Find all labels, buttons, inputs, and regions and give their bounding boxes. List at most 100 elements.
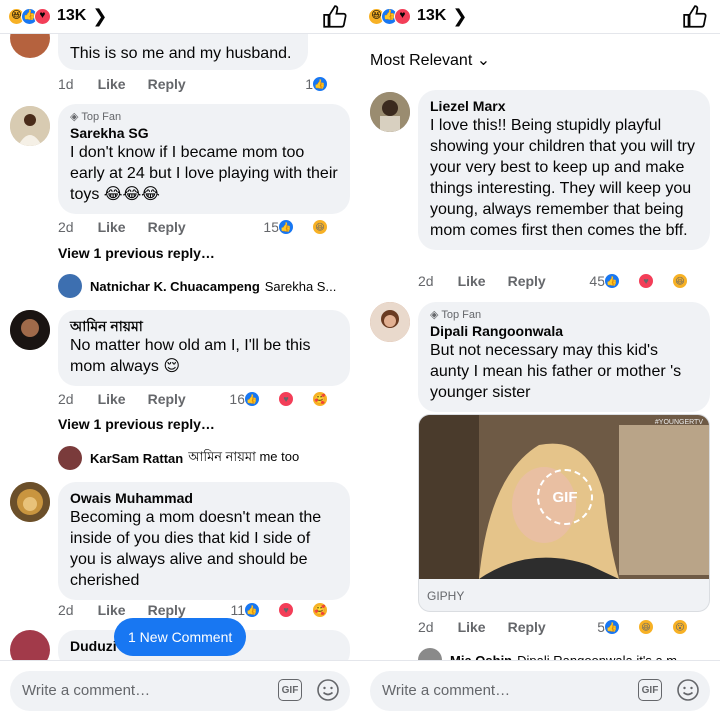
thumbs-up-icon[interactable] xyxy=(322,4,348,30)
love-reaction-icon: ♥ xyxy=(34,7,51,25)
comment-text: But not necessary may this kid's aunty I… xyxy=(430,342,682,401)
like-reaction-icon: 👍 xyxy=(312,76,328,92)
left-comments-panel: This is so me and my husband. 1d Like Re… xyxy=(0,0,360,720)
reaction-count[interactable]: 16 👍 ♥ 🥰 xyxy=(229,391,350,407)
haha-reaction-icon: 😆 xyxy=(312,219,328,235)
smiley-icon[interactable] xyxy=(316,678,340,702)
gif-watermark: #YOUNGERTV xyxy=(654,419,703,426)
avatar xyxy=(58,274,82,298)
new-comment-button[interactable]: 1 New Comment xyxy=(114,618,247,656)
reaction-summary[interactable]: 😆 👍 ♥ 13K ❯ xyxy=(368,6,467,26)
reply-author: KarSam Rattan xyxy=(90,450,184,466)
comment-author[interactable]: Dipali Rangoonwala xyxy=(430,322,698,340)
like-reaction-icon: 👍 xyxy=(604,619,620,635)
comment-text: This is so me and my husband. xyxy=(70,45,292,62)
gif-play-badge[interactable]: GIF xyxy=(537,469,593,525)
chevron-right-icon: ❯ xyxy=(452,5,468,26)
reply-button[interactable]: Reply xyxy=(148,76,186,92)
reply-text: Sarekha S... xyxy=(264,278,337,294)
avatar[interactable] xyxy=(10,482,50,522)
comment-time: 2d xyxy=(58,602,74,618)
comment-actions: 2d Like Reply 16 👍 ♥ 🥰 xyxy=(58,391,350,407)
comment-text: I don't know if I became mom too early a… xyxy=(70,144,338,203)
reply-button[interactable]: Reply xyxy=(508,619,546,635)
love-reaction-icon: ♥ xyxy=(394,7,411,25)
reaction-total: 13K xyxy=(57,7,87,24)
reaction-count[interactable]: 5 👍 😆 😮 xyxy=(597,619,710,635)
reply-button[interactable]: Reply xyxy=(148,219,186,235)
comment-author[interactable]: Liezel Marx xyxy=(430,97,698,115)
sort-label: Most Relevant xyxy=(370,52,473,69)
avatar-image xyxy=(10,310,50,350)
like-reaction-icon: 👍 xyxy=(244,602,260,618)
giphy-source: GIPHY xyxy=(427,589,465,603)
haha-reaction-icon: 😆 xyxy=(638,619,654,635)
like-reaction-icon: 👍 xyxy=(244,391,260,407)
chevron-right-icon: ❯ xyxy=(92,5,108,26)
reply-button[interactable]: Reply xyxy=(508,273,546,289)
thumbs-up-icon[interactable] xyxy=(682,4,708,30)
comment-author[interactable]: Sarekha SG xyxy=(70,124,338,142)
reply-preview[interactable]: Natnichar K. Chuacampeng Sarekha S... xyxy=(58,274,350,298)
right-comments-panel: Most Relevant ⌄ Liezel Marx I love this!… xyxy=(360,0,720,720)
reaction-count[interactable]: 15 👍 😆 xyxy=(263,219,350,235)
comment-time: 2d xyxy=(418,619,434,635)
comment-time: 1d xyxy=(58,76,74,92)
reaction-summary[interactable]: 😆 👍 ♥ 13K ❯ xyxy=(8,6,107,26)
love-reaction-icon: ♥ xyxy=(638,273,654,289)
comment-time: 2d xyxy=(58,391,74,407)
comment-actions: 2d Like Reply 15 👍 😆 xyxy=(58,219,350,235)
comment-composer: Write a comment… GIF xyxy=(0,660,360,720)
care-reaction-icon: 🥰 xyxy=(312,602,328,618)
avatar[interactable] xyxy=(370,302,410,342)
comment-bubble[interactable]: This is so me and my husband. xyxy=(58,30,308,70)
reply-button[interactable]: Reply xyxy=(148,391,186,407)
reactions-header: 😆 👍 ♥ 13K ❯ xyxy=(360,0,720,34)
comment-bubble[interactable]: ◈ Top Fan Sarekha SG I don't know if I b… xyxy=(58,104,350,214)
comment-bubble[interactable]: Liezel Marx I love this!! Being stupidly… xyxy=(418,90,710,250)
comment-bubble[interactable]: Owais Muhammad Becoming a mom doesn't me… xyxy=(58,482,350,600)
reactions-header: 😆 👍 ♥ 13K ❯ xyxy=(0,0,360,34)
avatar[interactable] xyxy=(10,310,50,350)
avatar-image xyxy=(10,106,50,146)
reaction-count[interactable]: 45 👍 ♥ 😆 xyxy=(589,273,710,289)
like-button[interactable]: Like xyxy=(98,602,126,618)
comment-bubble[interactable]: ◈ Top Fan Dipali Rangoonwala But not nec… xyxy=(418,302,710,412)
comment-text: I love this!! Being stupidly playful sho… xyxy=(430,117,696,239)
view-previous-replies[interactable]: View 1 previous reply… xyxy=(58,245,215,261)
gif-attachment[interactable]: #YOUNGERTV GIF GIPHY xyxy=(418,414,710,612)
comment-input[interactable]: Write a comment… GIF xyxy=(10,671,350,711)
avatar[interactable] xyxy=(370,92,410,132)
care-reaction-icon: 🥰 xyxy=(312,391,328,407)
like-button[interactable]: Like xyxy=(458,619,486,635)
comment-placeholder: Write a comment… xyxy=(382,682,511,699)
comment-time: 2d xyxy=(418,273,434,289)
view-previous-replies[interactable]: View 1 previous reply… xyxy=(58,416,215,432)
like-reaction-icon: 👍 xyxy=(604,273,620,289)
sort-dropdown[interactable]: Most Relevant ⌄ xyxy=(370,50,490,70)
comment-text: Becoming a mom doesn't mean the inside o… xyxy=(70,509,322,589)
reaction-count[interactable]: 11 👍 ♥ 🥰 xyxy=(230,602,350,618)
comment-author[interactable]: আমিন নায়মা xyxy=(70,317,338,335)
avatar[interactable] xyxy=(10,106,50,146)
gif-icon[interactable]: GIF xyxy=(278,679,302,701)
like-button[interactable]: Like xyxy=(458,273,486,289)
reply-text: আমিন নায়মা me too xyxy=(188,448,300,464)
comment-author[interactable]: Owais Muhammad xyxy=(70,489,338,507)
like-button[interactable]: Like xyxy=(98,76,126,92)
wow-reaction-icon: 😮 xyxy=(672,619,688,635)
smiley-icon[interactable] xyxy=(676,678,700,702)
comment-input[interactable]: Write a comment… GIF xyxy=(370,671,710,711)
reaction-count[interactable]: 1 👍 xyxy=(305,76,350,92)
gif-icon[interactable]: GIF xyxy=(638,679,662,701)
reply-preview[interactable]: KarSam Rattan আমিন নায়মা me too xyxy=(58,446,350,470)
reply-button[interactable]: Reply xyxy=(148,602,186,618)
comment-composer: Write a comment… GIF xyxy=(360,660,720,720)
like-button[interactable]: Like xyxy=(98,391,126,407)
comment-actions: 1d Like Reply 1 👍 xyxy=(58,76,350,92)
avatar-image xyxy=(370,92,410,132)
like-button[interactable]: Like xyxy=(98,219,126,235)
avatar xyxy=(58,446,82,470)
chevron-down-icon: ⌄ xyxy=(476,52,491,69)
comment-bubble[interactable]: আমিন নায়মা No matter how old am I, I'll… xyxy=(58,310,350,386)
